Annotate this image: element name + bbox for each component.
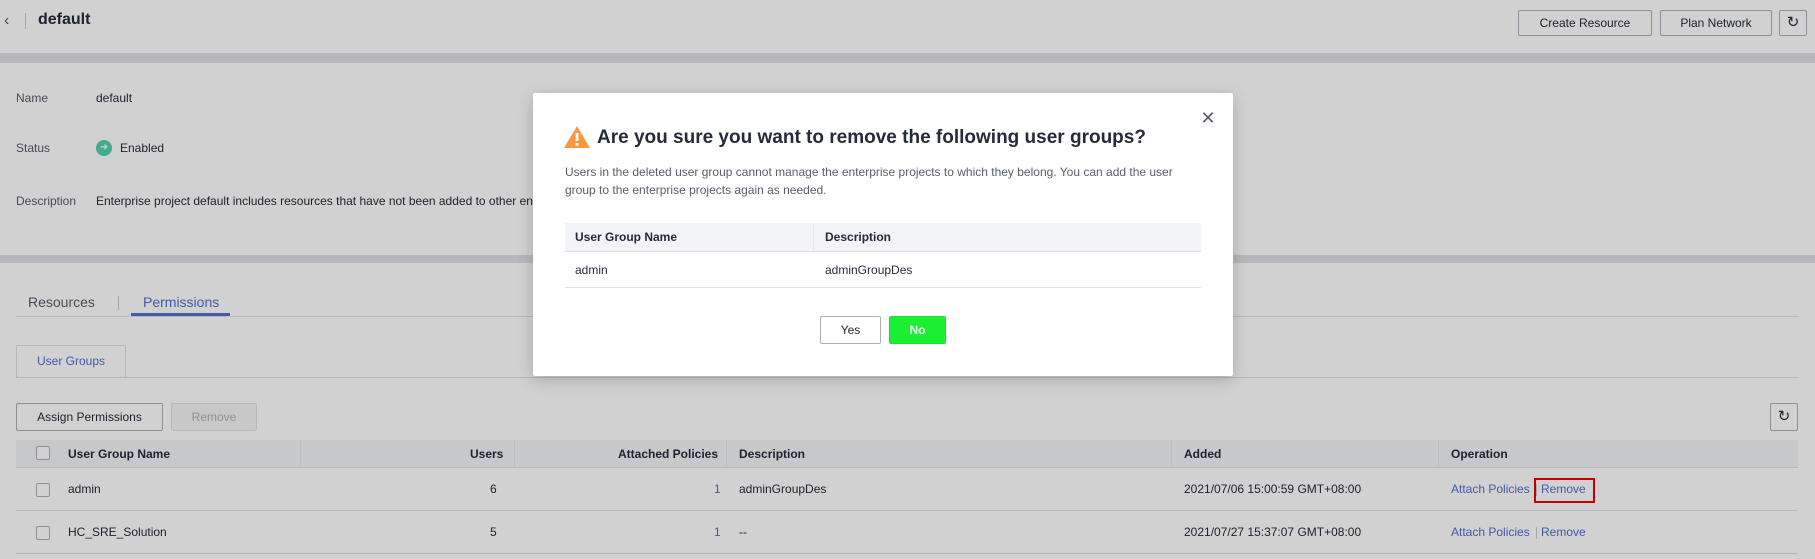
dialog-table-header: User Group Name Description xyxy=(565,223,1201,252)
column-header: Description xyxy=(825,230,892,244)
group-description: adminGroupDes xyxy=(825,263,913,277)
column-divider xyxy=(813,223,814,252)
group-name: admin xyxy=(575,263,608,277)
dialog-table-row: admin adminGroupDes xyxy=(565,252,1201,288)
dialog-message: Users in the deleted user group cannot m… xyxy=(565,165,1173,197)
column-header: User Group Name xyxy=(575,230,678,244)
no-button[interactable]: No xyxy=(889,316,946,344)
close-icon[interactable]: ✕ xyxy=(1198,108,1218,128)
warning-icon xyxy=(564,126,590,148)
yes-button[interactable]: Yes xyxy=(820,316,881,344)
dialog-title: Are you sure you want to remove the foll… xyxy=(597,127,1146,148)
